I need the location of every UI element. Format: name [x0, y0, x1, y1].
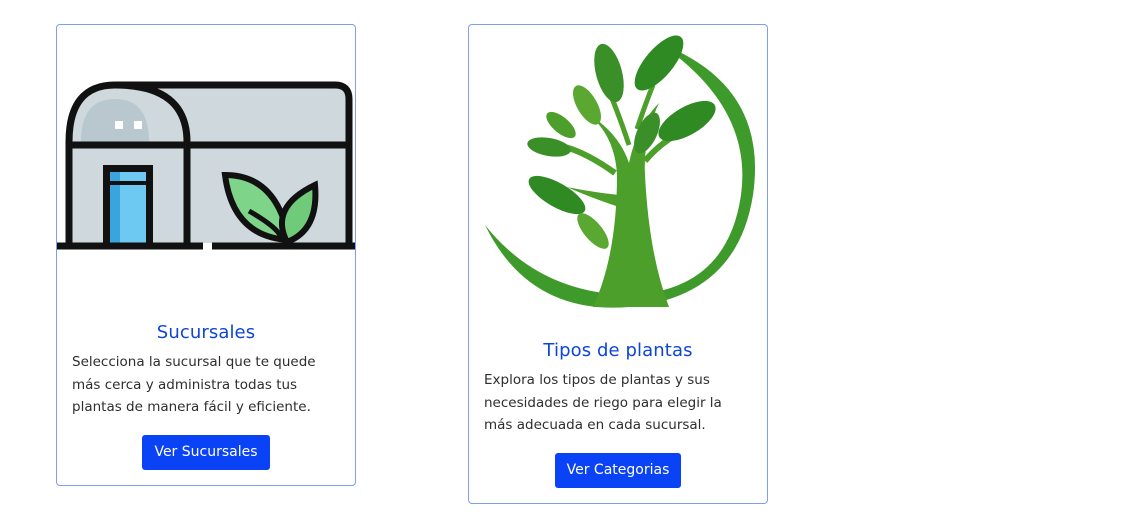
card-title: Tipos de plantas — [543, 340, 693, 361]
card-body: Tipos de plantas Explora los tipos de pl… — [469, 339, 767, 488]
card-description: Selecciona la sucursal que te quede más … — [72, 354, 316, 415]
card-tipos-de-plantas: Tipos de plantas Explora los tipos de pl… — [468, 24, 768, 504]
card-title: Sucursales — [156, 322, 256, 343]
card-sucursales: Sucursales Selecciona la sucursal que te… — [56, 24, 356, 486]
card-body: Sucursales Selecciona la sucursal que te… — [57, 321, 355, 470]
card-description: Explora los tipos de plantas y sus neces… — [484, 372, 722, 433]
ver-sucursales-button[interactable]: Ver Sucursales — [142, 434, 270, 470]
tree-icon — [485, 35, 756, 308]
greenhouse-icon — [57, 81, 355, 250]
ver-categorias-button[interactable]: Ver Categorias — [554, 452, 682, 488]
page: Sucursales Selecciona la sucursal que te… — [0, 0, 1137, 527]
